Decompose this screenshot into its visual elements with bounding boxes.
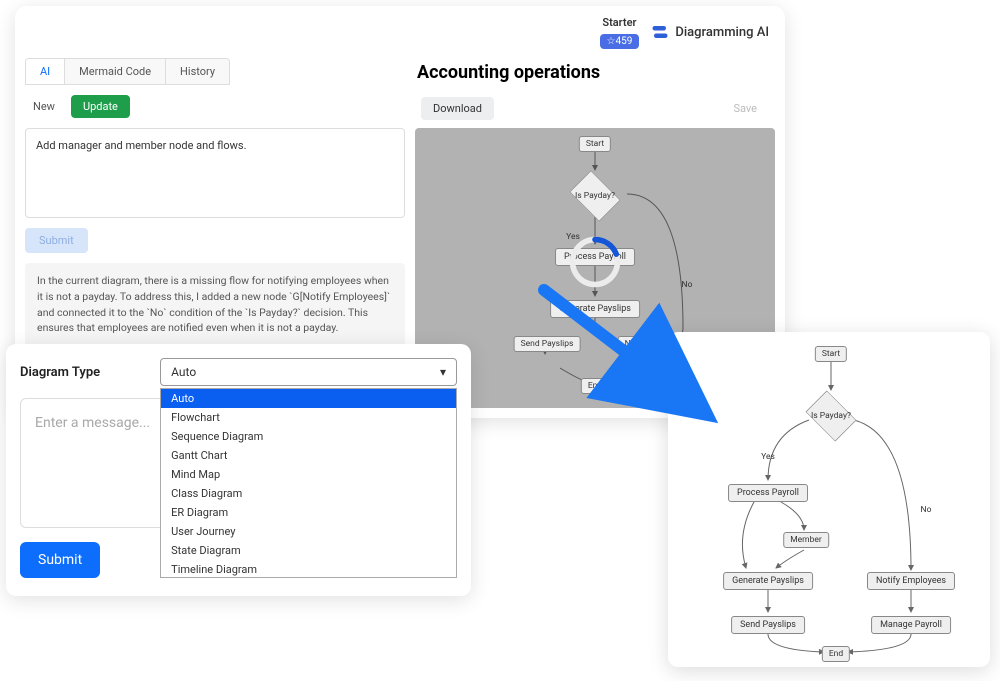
option-sequence[interactable]: Sequence Diagram [161, 427, 456, 446]
node-generate: Generate Payslips [550, 300, 640, 318]
option-er[interactable]: ER Diagram [161, 503, 456, 522]
chevron-down-icon: ▾ [440, 365, 446, 379]
diagram-type-value: Auto [171, 365, 196, 379]
plan-indicator[interactable]: Starter ☆459 [600, 16, 640, 49]
submit-disabled-button[interactable]: Submit [25, 228, 88, 253]
option-journey[interactable]: User Journey [161, 522, 456, 541]
redge-no: No [921, 505, 932, 515]
plan-label: Starter [600, 16, 640, 29]
tab-ai[interactable]: AI [26, 59, 65, 84]
diagram-toolbar: Download Save [415, 93, 775, 128]
result-canvas: Start Is Payday? Yes No Process Payroll … [676, 340, 982, 659]
diagram-type-select[interactable]: Auto ▾ [160, 358, 457, 386]
rnode-member: Member [783, 532, 829, 548]
brand-logo-icon [651, 23, 669, 41]
topbar: Starter ☆459 Diagramming AI [25, 16, 775, 48]
diagram-type-card: Diagram Type Auto ▾ Auto Flowchart Seque… [6, 344, 471, 596]
tab-mermaid[interactable]: Mermaid Code [65, 59, 166, 84]
rnode-notify: Notify Employees [867, 572, 955, 590]
submit-button[interactable]: Submit [20, 542, 100, 578]
option-gantt[interactable]: Gantt Chart [161, 446, 456, 465]
edge-no: No [682, 280, 693, 290]
mode-subtabs: New Update [25, 95, 405, 118]
option-class[interactable]: Class Diagram [161, 484, 456, 503]
prompt-textarea[interactable]: Add manager and member node and flows. [25, 128, 405, 218]
node-decision: Is Payday? [565, 166, 625, 226]
save-button[interactable]: Save [721, 97, 769, 120]
diagram-title: Accounting operations [415, 58, 775, 93]
result-diagram-card: Start Is Payday? Yes No Process Payroll … [668, 332, 990, 667]
rnode-generate: Generate Payslips [723, 572, 813, 590]
rnode-manage: Manage Payroll [871, 616, 951, 634]
plan-badge: ☆459 [600, 34, 640, 49]
option-mindmap[interactable]: Mind Map [161, 465, 456, 484]
node-end: End [581, 378, 609, 394]
diagram-type-dropdown: Auto Flowchart Sequence Diagram Gantt Ch… [160, 388, 457, 578]
node-send: Send Payslips [514, 336, 581, 352]
mode-update[interactable]: Update [71, 95, 130, 118]
option-timeline[interactable]: Timeline Diagram [161, 560, 456, 578]
download-button[interactable]: Download [421, 97, 494, 120]
tab-history[interactable]: History [166, 59, 229, 84]
rnode-send: Send Payslips [731, 616, 805, 634]
option-auto[interactable]: Auto [161, 389, 456, 408]
redge-yes: Yes [761, 452, 775, 462]
loading-spinner-icon [567, 234, 623, 290]
option-state[interactable]: State Diagram [161, 541, 456, 560]
rnode-process: Process Payroll [728, 484, 808, 502]
rnode-start: Start [815, 346, 847, 362]
brand[interactable]: Diagramming AI [651, 23, 769, 41]
mode-new[interactable]: New [25, 96, 63, 117]
diagram-type-select-wrap: Auto ▾ Auto Flowchart Sequence Diagram G… [160, 358, 457, 386]
option-flowchart[interactable]: Flowchart [161, 408, 456, 427]
rnode-end: End [822, 646, 850, 662]
brand-name: Diagramming AI [675, 25, 769, 40]
diagram-type-label: Diagram Type [20, 365, 100, 380]
rnode-decision: Is Payday? [801, 386, 861, 446]
node-start: Start [579, 136, 611, 152]
assistant-response: In the current diagram, there is a missi… [25, 263, 405, 346]
editor-tabs: AI Mermaid Code History [25, 58, 230, 85]
